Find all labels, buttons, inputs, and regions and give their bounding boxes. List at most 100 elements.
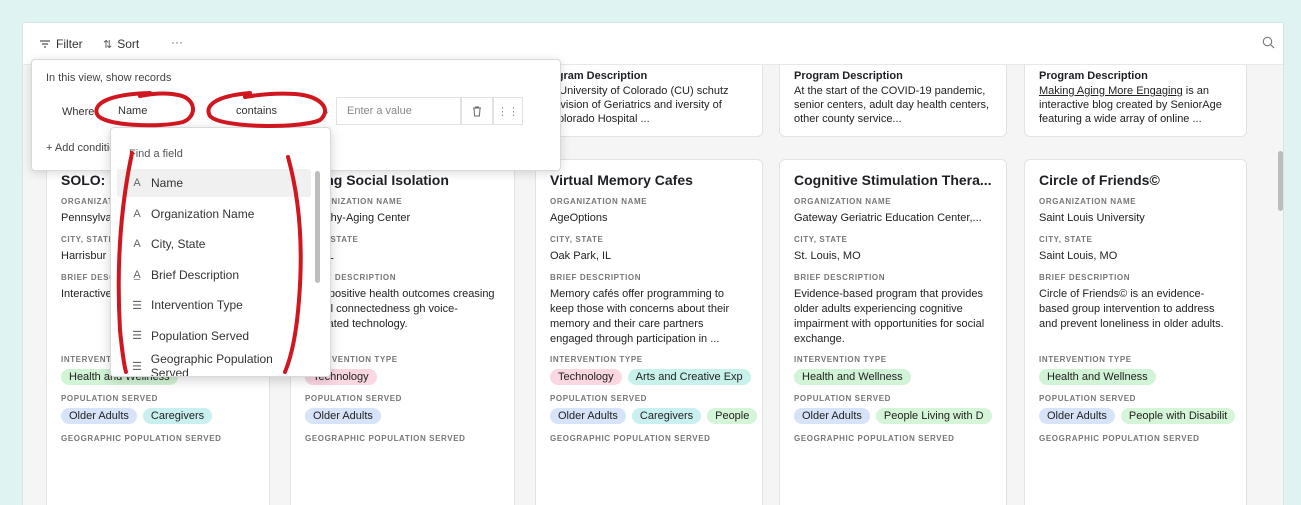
field-label-geo: GEOGRAPHIC POPULATION SERVED bbox=[794, 434, 955, 443]
field-label-geo: GEOGRAPHIC POPULATION SERVED bbox=[1039, 434, 1200, 443]
program-description-label: Program Description bbox=[794, 70, 903, 82]
intervention-tag: Technology bbox=[550, 369, 622, 385]
gallery-card[interactable]: Virtual Memory Cafes ORGANIZATION NAME Age… bbox=[535, 159, 763, 505]
field-label-population: POPULATION SERVED bbox=[1039, 394, 1137, 403]
city-state: St. Louis, MO bbox=[794, 250, 861, 262]
organization-name: Saint Louis University bbox=[1039, 212, 1145, 224]
field-label-city: CITY, STATE bbox=[1039, 235, 1093, 244]
field-type-icon: A̲ bbox=[133, 268, 141, 281]
dropdown-scrollbar[interactable] bbox=[315, 171, 320, 283]
field-option-label: Population Served bbox=[151, 328, 250, 343]
brief-description: Evidence-based program that provides old… bbox=[794, 288, 985, 345]
search-button[interactable] bbox=[1262, 36, 1275, 54]
city-state: Saint Louis, MO bbox=[1039, 250, 1118, 262]
field-label-geo: GEOGRAPHIC POPULATION SERVED bbox=[305, 434, 466, 443]
population-tag: Caregivers bbox=[142, 408, 213, 424]
population-tag: Older Adults bbox=[794, 408, 870, 424]
intervention-tags: Technology Arts and Creative Exp bbox=[550, 369, 751, 385]
more-icon: ··· bbox=[171, 35, 183, 49]
field-option-label: Geographic Population Served bbox=[150, 352, 273, 377]
intervention-tag: Arts and Creative Exp bbox=[627, 369, 751, 385]
value-input[interactable]: Enter a value bbox=[336, 97, 461, 125]
field-label-geo: GEOGRAPHIC POPULATION SERVED bbox=[550, 434, 711, 443]
field-search-input[interactable]: Find a field bbox=[129, 148, 183, 160]
field-type-icon: ☰ bbox=[132, 299, 142, 312]
where-label: Where bbox=[62, 106, 95, 118]
sort-button[interactable]: ⇅ Sort bbox=[103, 37, 139, 51]
city-state: Oak Park, IL bbox=[550, 250, 612, 262]
card-title: Cognitive Stimulation Thera... bbox=[794, 172, 992, 188]
organization-name: Gateway Geriatric Education Center,... bbox=[794, 212, 982, 224]
program-description-label: Program Description bbox=[1039, 70, 1148, 82]
population-tag: People Living with D bbox=[875, 408, 992, 424]
population-tags: Older Adults Caregivers People bbox=[550, 408, 758, 424]
gallery-scrollbar[interactable] bbox=[1278, 151, 1283, 211]
program-description: e University of Colorado (CU) schutz Div… bbox=[550, 85, 729, 125]
gallery-card[interactable]: Circle of Friends© ORGANIZATION NAME Saint… bbox=[1024, 159, 1247, 505]
field-label-org: ORGANIZATION NAME bbox=[1039, 197, 1137, 206]
intervention-tag: Health and Wellness bbox=[1039, 369, 1156, 385]
operator-select[interactable]: contains ⌄ bbox=[208, 97, 336, 125]
field-label-intervention: INTERVENTION TYPE bbox=[550, 355, 643, 364]
field-label-org: ORGANIZATION NAME bbox=[794, 197, 892, 206]
field-option[interactable]: A̲ Brief Description bbox=[117, 261, 311, 289]
field-option[interactable]: ☰ Intervention Type bbox=[117, 291, 311, 319]
field-label-population: POPULATION SERVED bbox=[794, 394, 892, 403]
field-type-icon: ☰ bbox=[131, 360, 142, 373]
brief-description: otes positive health outcomes creasing s… bbox=[305, 288, 495, 330]
gallery-card[interactable]: Program Description At the start of the … bbox=[779, 65, 1007, 137]
field-label-brief: BRIEF DESCRIPTION bbox=[550, 273, 642, 282]
filter-popover-title: In this view, show records bbox=[46, 72, 172, 84]
field-option[interactable]: A Name bbox=[117, 169, 311, 197]
population-tag: People with Disabilit bbox=[1120, 408, 1236, 424]
field-option-label: Name bbox=[151, 176, 184, 190]
field-label-intervention: INTERVENTION TYPE bbox=[1039, 355, 1132, 364]
gallery-card[interactable]: Program Description Making Aging More En… bbox=[1024, 65, 1247, 137]
delete-condition-button[interactable] bbox=[461, 97, 493, 125]
program-link[interactable]: Making Aging More Engaging bbox=[1039, 85, 1183, 97]
field-label-population: POPULATION SERVED bbox=[305, 394, 403, 403]
filter-icon bbox=[40, 40, 50, 48]
field-option[interactable]: A Organization Name bbox=[117, 200, 311, 228]
program-description: At the start of the COVID-19 pandemic, s… bbox=[794, 85, 990, 125]
field-option-label: Brief Description bbox=[151, 267, 240, 282]
field-option[interactable]: ☰ Population Served bbox=[117, 322, 311, 350]
more-options-button[interactable]: ··· bbox=[171, 35, 183, 49]
sort-label: Sort bbox=[117, 37, 140, 51]
gallery-card[interactable]: Cognitive Stimulation Thera... ORGANIZATI… bbox=[779, 159, 1007, 505]
drag-handle[interactable]: ⋮⋮ bbox=[493, 97, 523, 125]
population-tags: Older Adults People with Disabilit bbox=[1039, 408, 1236, 424]
field-label-city: CITY, STATE bbox=[305, 235, 359, 244]
field-type-icon: A bbox=[133, 177, 141, 189]
field-option[interactable]: ☰ Geographic Population Served bbox=[117, 352, 311, 377]
population-tag: Older Adults bbox=[61, 408, 137, 424]
card-title: Circle of Friends© bbox=[1039, 172, 1160, 188]
population-tag: Older Adults bbox=[1039, 408, 1115, 424]
population-tags: Older Adults Caregivers bbox=[61, 408, 255, 424]
field-label-brief: BRIEF DESCRIPTION bbox=[794, 273, 886, 282]
population-tags: Older Adults bbox=[305, 408, 500, 424]
filter-label: Filter bbox=[56, 37, 83, 51]
card-title: Virtual Memory Cafes bbox=[550, 172, 693, 188]
filter-button[interactable]: Filter bbox=[39, 37, 83, 51]
field-select[interactable]: Name bbox=[108, 97, 208, 125]
population-tag: Older Adults bbox=[550, 408, 626, 424]
operator-select-value: contains bbox=[236, 105, 277, 117]
trash-icon bbox=[473, 106, 481, 116]
field-label-org: ORGANIZATION NAME bbox=[305, 197, 403, 206]
search-icon bbox=[1262, 36, 1275, 49]
population-tag: Older Adults bbox=[305, 408, 381, 424]
drag-handle-icon: ⋮⋮ bbox=[497, 105, 519, 118]
gallery-card[interactable]: ogram Description e University of Colora… bbox=[535, 65, 763, 137]
field-label-brief: BRIEF DESCRIPTION bbox=[1039, 273, 1131, 282]
field-option-label: Intervention Type bbox=[151, 298, 243, 312]
field-option-label: Organization Name bbox=[151, 206, 255, 221]
field-type-icon: ☰ bbox=[132, 330, 142, 342]
field-label-geo: GEOGRAPHIC POPULATION SERVED bbox=[61, 434, 222, 443]
field-option[interactable]: A City, State bbox=[117, 230, 311, 258]
organization-name: Healthy-Aging Center bbox=[305, 212, 411, 224]
field-label-city: CITY, STATE bbox=[550, 235, 604, 244]
brief-description: Circle of Friends© is an evidence-based … bbox=[1039, 288, 1224, 330]
field-label-brief: BRIEF DESCRIPTION bbox=[305, 273, 397, 282]
field-option-label: City, State bbox=[151, 237, 206, 251]
